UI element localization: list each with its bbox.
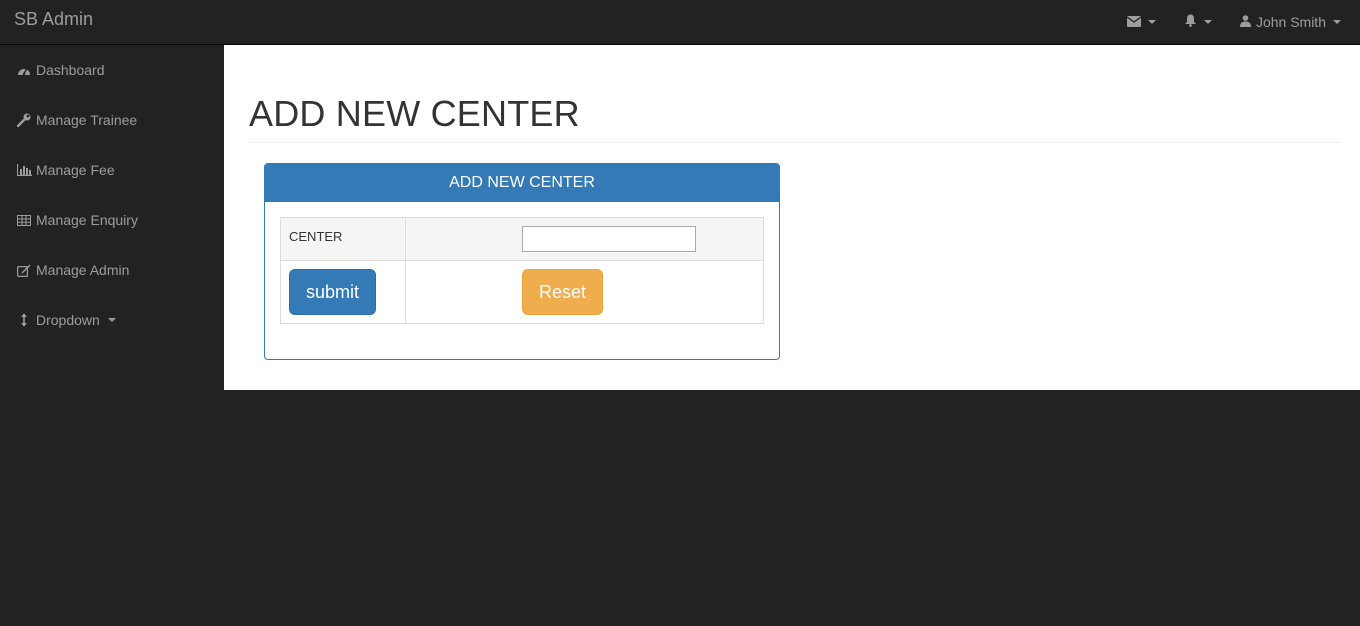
user-dropdown[interactable]: John Smith: [1231, 0, 1350, 44]
divider: [249, 142, 1340, 143]
sidebar-item-label: Dashboard: [36, 62, 105, 78]
bell-icon: [1184, 14, 1197, 30]
sidebar-item-label: Manage Enquiry: [36, 212, 138, 228]
page-title: ADD NEW CENTER: [249, 93, 580, 134]
sidebar-item-label: Dropdown: [36, 312, 100, 328]
center-input[interactable]: [522, 226, 696, 252]
center-form: CENTER submit Reset: [280, 217, 764, 324]
chevron-down-icon: [1147, 20, 1156, 24]
submit-cell: submit: [280, 260, 406, 324]
input-cell: [405, 217, 764, 261]
navbar-right: John Smith: [1118, 0, 1360, 44]
sidebar-item-manage-trainee[interactable]: Manage Trainee: [0, 95, 224, 145]
center-label: CENTER: [289, 229, 343, 244]
sidebar-item-dashboard[interactable]: Dashboard: [0, 45, 224, 95]
add-center-panel: ADD NEW CENTER CENTER submit Reset: [264, 163, 780, 360]
arrows-vertical-icon: [16, 313, 32, 327]
top-navbar: SB Admin John Smith: [0, 0, 1360, 45]
sidebar-item-label: Manage Fee: [36, 162, 115, 178]
table-icon: [16, 213, 32, 227]
reset-button[interactable]: Reset: [522, 269, 603, 315]
sidebar-item-label: Manage Trainee: [36, 112, 138, 128]
brand-link[interactable]: SB Admin: [14, 9, 93, 30]
sidebar-item-manage-admin[interactable]: Manage Admin: [0, 245, 224, 295]
envelope-icon: [1126, 14, 1142, 30]
panel-heading: ADD NEW CENTER: [265, 164, 779, 202]
sidebar: Dashboard Manage Trainee Manage Fee Mana…: [0, 45, 224, 626]
main-content: ADD NEW CENTER ADD NEW CENTER CENTER sub…: [224, 45, 1360, 390]
dashboard-icon: [16, 63, 32, 77]
sidebar-item-dropdown[interactable]: Dropdown: [0, 295, 224, 345]
label-cell: CENTER: [280, 217, 406, 261]
chevron-down-icon: [107, 318, 116, 322]
chevron-down-icon: [1333, 20, 1341, 24]
table-row: submit Reset: [280, 260, 764, 324]
sidebar-item-manage-enquiry[interactable]: Manage Enquiry: [0, 195, 224, 245]
chevron-down-icon: [1203, 20, 1212, 24]
user-icon: [1239, 14, 1251, 30]
reset-cell: Reset: [405, 260, 764, 324]
submit-button[interactable]: submit: [289, 269, 376, 315]
alerts-dropdown[interactable]: [1175, 0, 1221, 44]
sidebar-item-label: Manage Admin: [36, 262, 130, 278]
sidebar-item-manage-fee[interactable]: Manage Fee: [0, 145, 224, 195]
user-name: John Smith: [1255, 14, 1326, 30]
table-row: CENTER: [280, 217, 764, 261]
wrench-icon: [16, 113, 32, 127]
bar-chart-icon: [16, 163, 32, 177]
messages-dropdown[interactable]: [1118, 0, 1165, 44]
edit-icon: [16, 263, 32, 277]
